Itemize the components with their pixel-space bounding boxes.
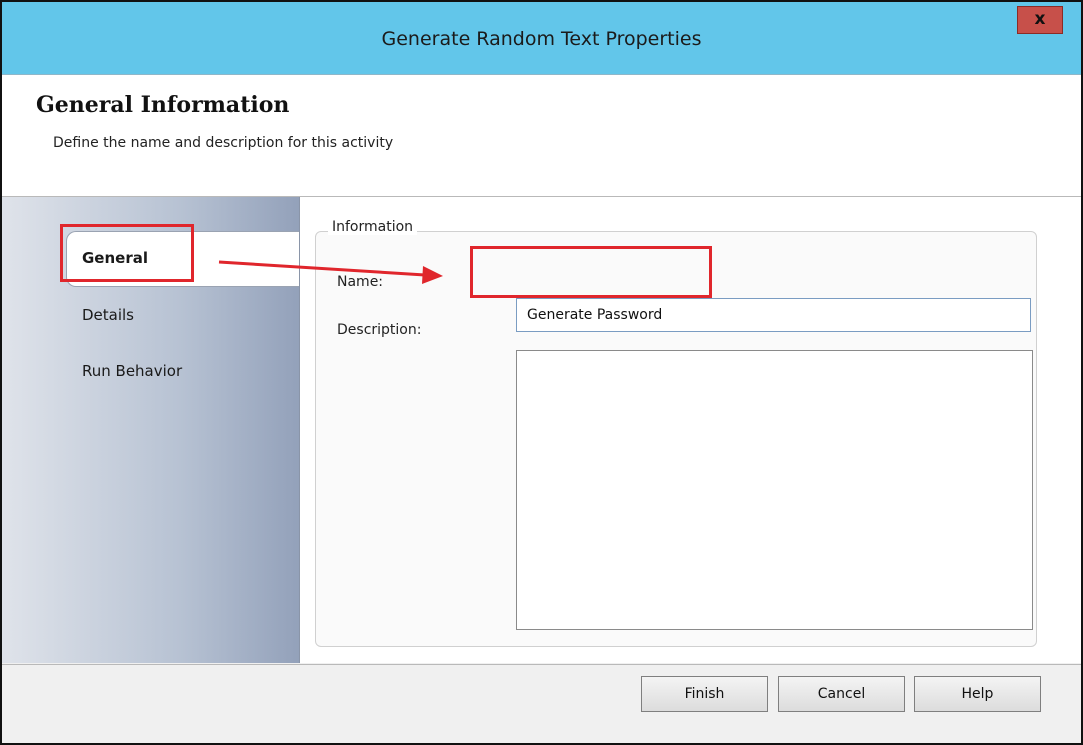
annotation-arrow-icon	[218, 260, 443, 284]
